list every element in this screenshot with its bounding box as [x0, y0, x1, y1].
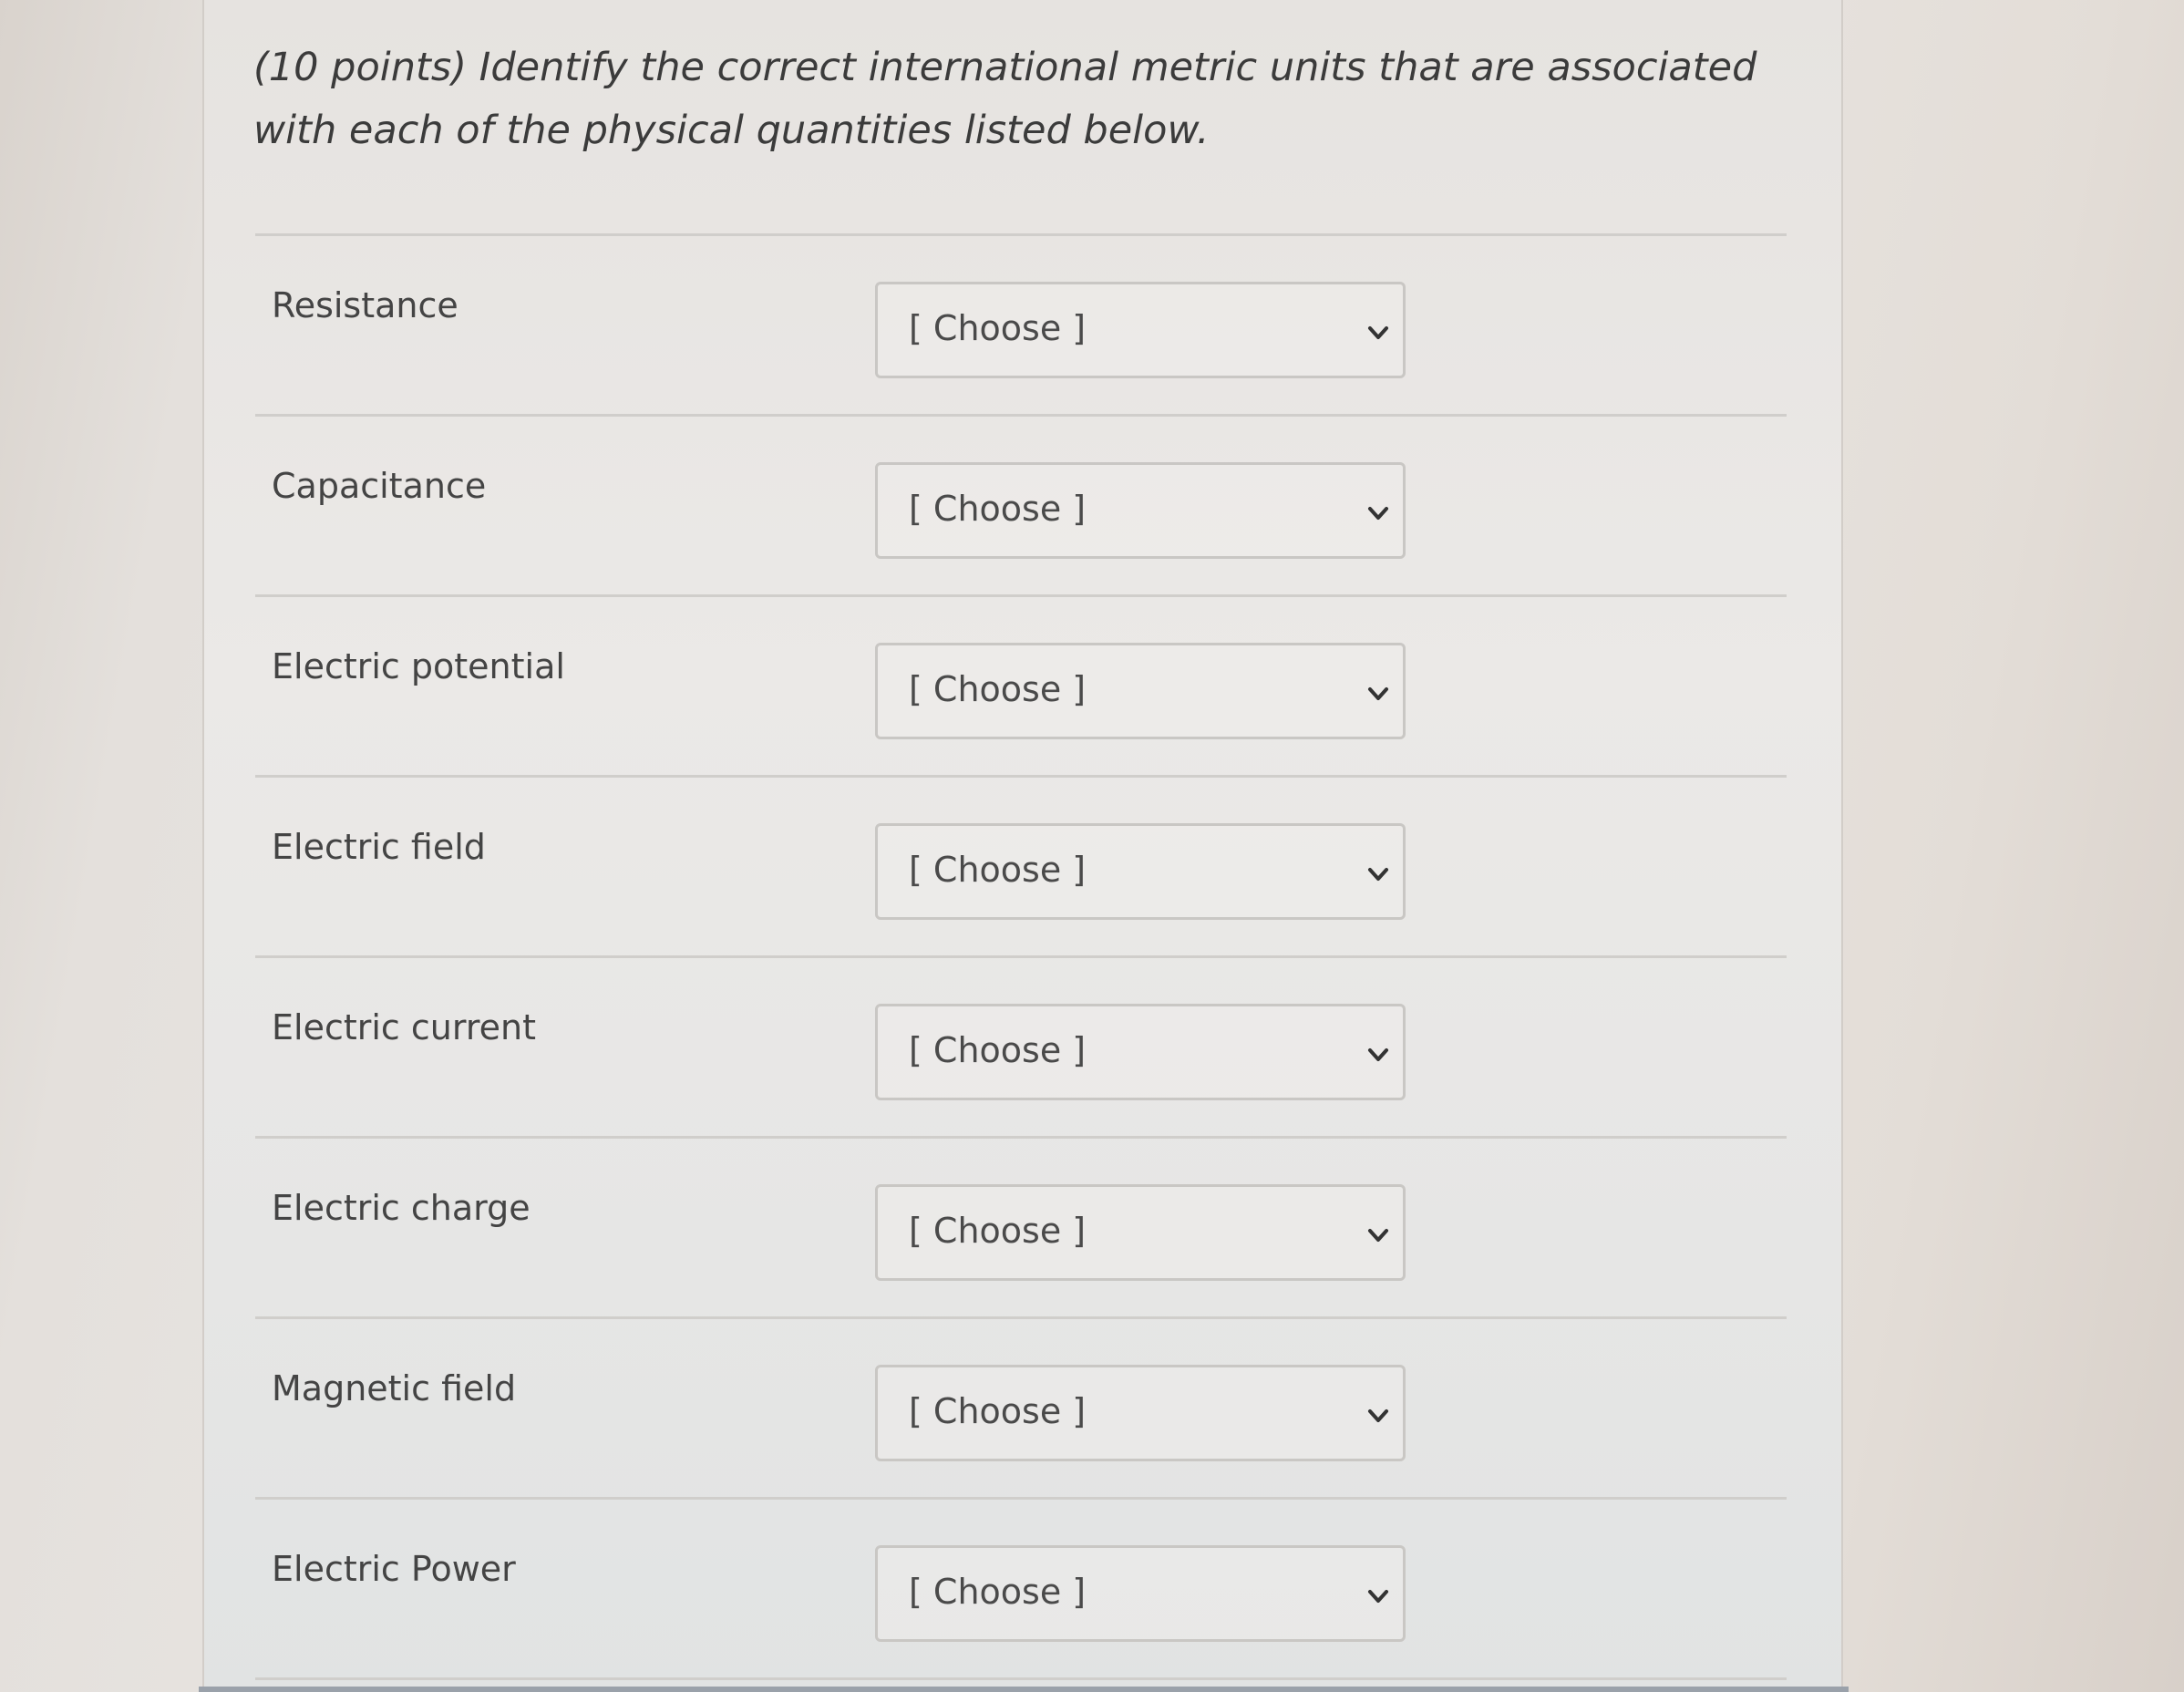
- quantity-label: Electric field: [272, 827, 486, 867]
- select-value: [ Choose ]: [909, 489, 1087, 529]
- select-value: [ Choose ]: [909, 850, 1087, 890]
- quantity-label: Resistance: [272, 285, 458, 325]
- quiz-question-panel: (10 points) Identify the correct interna…: [202, 0, 1843, 1692]
- quantity-label: Electric current: [272, 1007, 536, 1047]
- quantity-label: Magnetic field: [272, 1368, 517, 1408]
- select-value: [ Choose ]: [909, 1391, 1087, 1431]
- unit-select-dropdown[interactable]: [ Choose ]: [875, 462, 1406, 559]
- chevron-down-icon: [1368, 507, 1388, 520]
- bottom-edge-bar: [199, 1687, 1849, 1692]
- matching-row-electric-current: Electric current [ Choose ]: [255, 958, 1787, 1139]
- quantity-label: Capacitance: [272, 466, 487, 506]
- chevron-down-icon: [1368, 1409, 1388, 1422]
- matching-row-electric-charge: Electric charge [ Choose ]: [255, 1139, 1787, 1319]
- select-value: [ Choose ]: [909, 1030, 1087, 1070]
- matching-row-electric-power: Electric Power [ Choose ]: [255, 1500, 1787, 1680]
- matching-list: Resistance [ Choose ] Capacitance [ Choo…: [255, 233, 1787, 1680]
- select-value: [ Choose ]: [909, 1572, 1087, 1612]
- quantity-label: Electric Power: [272, 1549, 516, 1589]
- select-value: [ Choose ]: [909, 308, 1087, 348]
- chevron-down-icon: [1368, 326, 1388, 339]
- question-text: (10 points) Identify the correct interna…: [253, 45, 1757, 153]
- unit-select-dropdown[interactable]: [ Choose ]: [875, 823, 1406, 920]
- matching-row-electric-field: Electric field [ Choose ]: [255, 778, 1787, 958]
- unit-select-dropdown[interactable]: [ Choose ]: [875, 282, 1406, 378]
- select-value: [ Choose ]: [909, 1211, 1087, 1251]
- chevron-down-icon: [1368, 868, 1388, 881]
- chevron-down-icon: [1368, 1048, 1388, 1061]
- unit-select-dropdown[interactable]: [ Choose ]: [875, 1365, 1406, 1461]
- matching-row-magnetic-field: Magnetic field [ Choose ]: [255, 1319, 1787, 1500]
- select-value: [ Choose ]: [909, 669, 1087, 709]
- unit-select-dropdown[interactable]: [ Choose ]: [875, 643, 1406, 739]
- chevron-down-icon: [1368, 687, 1388, 700]
- unit-select-dropdown[interactable]: [ Choose ]: [875, 1004, 1406, 1100]
- chevron-down-icon: [1368, 1590, 1388, 1603]
- unit-select-dropdown[interactable]: [ Choose ]: [875, 1545, 1406, 1642]
- quantity-label: Electric charge: [272, 1188, 531, 1228]
- matching-row-resistance: Resistance [ Choose ]: [255, 236, 1787, 417]
- unit-select-dropdown[interactable]: [ Choose ]: [875, 1184, 1406, 1281]
- quantity-label: Electric potential: [272, 646, 565, 686]
- matching-row-capacitance: Capacitance [ Choose ]: [255, 417, 1787, 597]
- matching-row-electric-potential: Electric potential [ Choose ]: [255, 597, 1787, 778]
- chevron-down-icon: [1368, 1229, 1388, 1242]
